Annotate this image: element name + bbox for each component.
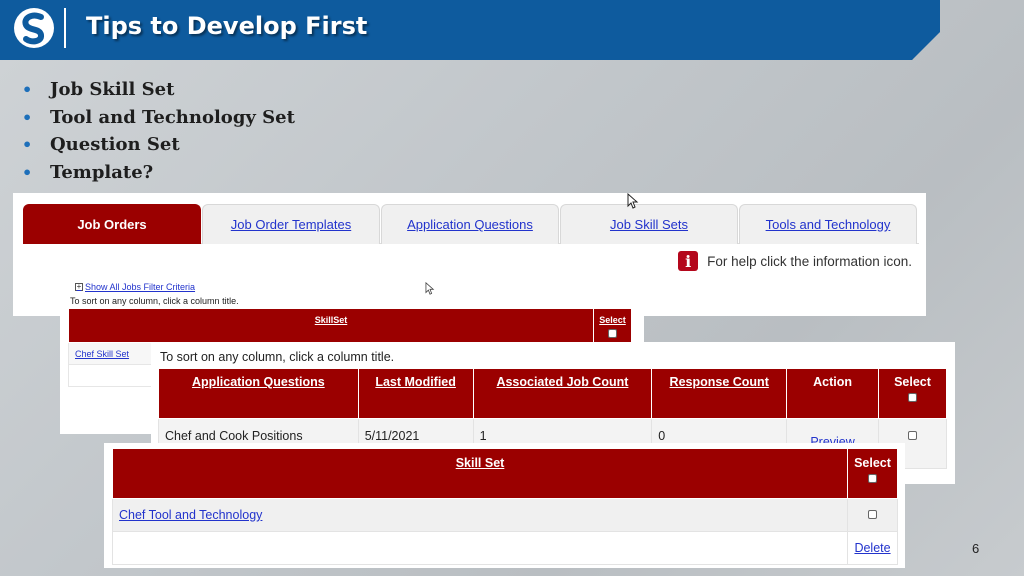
- tab-job-skill-sets[interactable]: Job Skill Sets: [560, 204, 738, 244]
- bullet-list: • Job Skill Set • Tool and Technology Set …: [22, 76, 295, 186]
- col-skill-set[interactable]: Skill Set: [111, 448, 849, 499]
- row-checkbox[interactable]: [868, 510, 877, 519]
- col-last-modified[interactable]: Last Modified: [357, 368, 474, 419]
- bullet-dot-icon: •: [22, 80, 33, 99]
- tools-table: Skill Set Select Chef Tool and Technolog…: [111, 448, 898, 565]
- help-note: i For help click the information icon.: [678, 251, 912, 271]
- bullet-dot-icon: •: [22, 135, 33, 154]
- page-number: 6: [972, 541, 980, 556]
- row-checkbox[interactable]: [908, 431, 917, 440]
- tab-strip: Job Orders Job Order Templates Applicati…: [23, 204, 919, 244]
- col-select: Select: [593, 308, 632, 343]
- tab-tools-and-technology[interactable]: Tools and Technology: [739, 204, 917, 244]
- col-select: Select: [847, 448, 898, 499]
- bullet-item: • Tool and Technology Set: [22, 104, 295, 132]
- col-skillset[interactable]: SkillSet: [67, 308, 595, 343]
- mouse-cursor-icon: [627, 193, 639, 209]
- bullet-item: • Job Skill Set: [22, 76, 295, 104]
- skill-set-cell: Chef Tool and Technology: [111, 498, 849, 532]
- table-row: Chef Tool and Technology: [111, 498, 898, 532]
- select-all-checkbox[interactable]: [908, 393, 917, 402]
- col-response-count[interactable]: Response Count: [651, 368, 788, 419]
- table-header-row: Skill Set Select: [111, 448, 898, 499]
- filter-criteria-link[interactable]: + Show All Jobs Filter Criteria: [75, 282, 195, 292]
- slide-title: Tips to Develop First: [86, 12, 368, 40]
- tool-set-link[interactable]: Chef Tool and Technology: [119, 508, 262, 522]
- col-associated-job-count[interactable]: Associated Job Count: [472, 368, 653, 419]
- skillset-link[interactable]: Chef Skill Set: [75, 349, 129, 359]
- info-icon[interactable]: i: [678, 251, 699, 271]
- bullet-dot-icon: •: [22, 107, 33, 127]
- delete-link[interactable]: Delete: [854, 541, 890, 555]
- select-cell: [847, 498, 898, 532]
- mouse-cursor-icon: [425, 282, 435, 295]
- table-header-row: SkillSet Select: [67, 308, 632, 343]
- col-application-questions[interactable]: Application Questions: [158, 368, 359, 419]
- tab-job-orders[interactable]: Job Orders: [23, 204, 201, 244]
- action-cell: Delete: [847, 531, 898, 565]
- tab-application-questions[interactable]: Application Questions: [381, 204, 559, 244]
- company-logo-icon: [14, 8, 54, 48]
- tools-screenshot: Skill Set Select Chef Tool and Technolog…: [104, 443, 905, 568]
- tab-job-order-templates[interactable]: Job Order Templates: [202, 204, 380, 244]
- expand-icon[interactable]: +: [75, 283, 83, 291]
- sort-hint: To sort on any column, click a column ti…: [160, 350, 395, 364]
- select-all-checkbox[interactable]: [608, 329, 617, 338]
- help-text: For help click the information icon.: [707, 253, 912, 269]
- select-all-checkbox[interactable]: [868, 474, 877, 483]
- table-header-row: Application Questions Last Modified Asso…: [158, 368, 947, 419]
- bullet-item: • Question Set: [22, 131, 295, 159]
- table-row: Delete: [111, 531, 898, 565]
- bullet-item: • Template?: [22, 159, 295, 187]
- header-divider: [64, 8, 66, 48]
- col-action: Action: [786, 368, 880, 419]
- bullet-dot-icon: •: [22, 162, 33, 182]
- sort-hint: To sort on any column, click a column ti…: [70, 296, 239, 306]
- col-select: Select: [878, 368, 947, 419]
- slide-header: Tips to Develop First: [0, 0, 940, 60]
